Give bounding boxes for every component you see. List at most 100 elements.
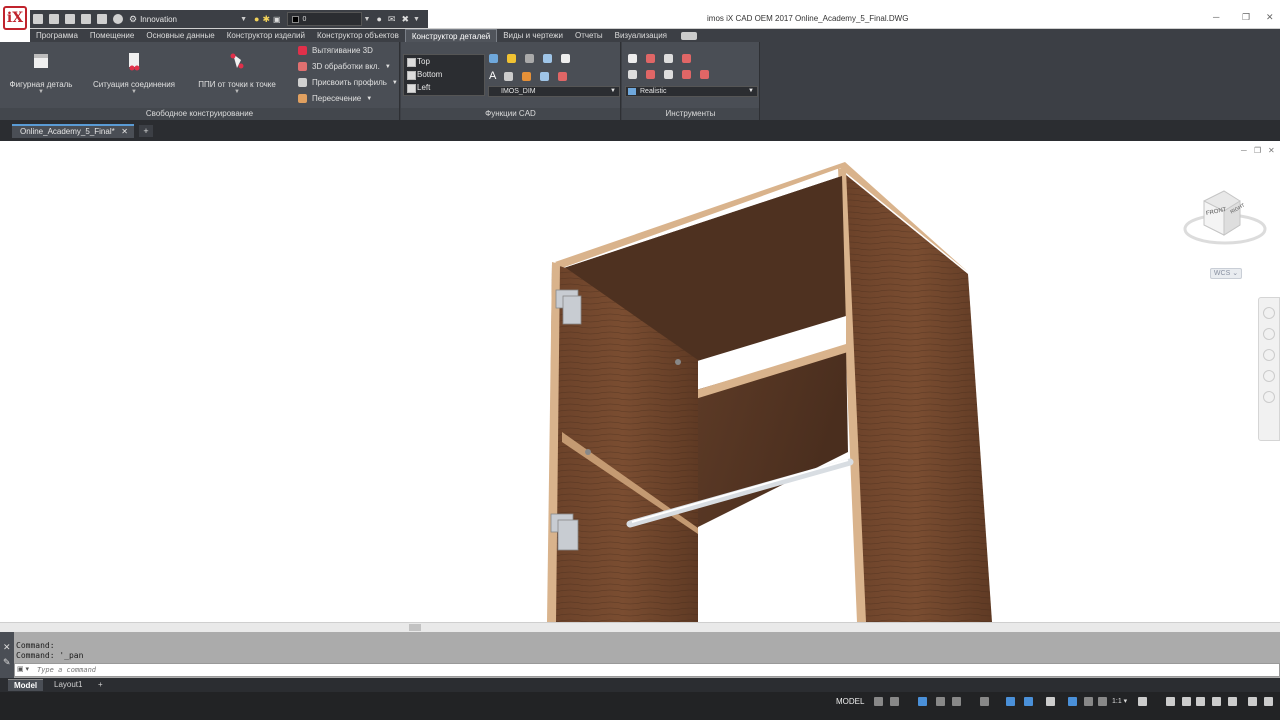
isolate-objects-icon[interactable] <box>1182 697 1191 706</box>
3d-osnap-toggle-icon[interactable] <box>1006 697 1015 706</box>
print-icon[interactable] <box>97 14 107 24</box>
view-bottom[interactable]: Bottom <box>404 68 484 81</box>
view-left[interactable]: Left <box>404 81 484 94</box>
annotation-scale-icon[interactable] <box>1084 697 1093 706</box>
tab-pomeshchenie[interactable]: Помещение <box>84 29 140 42</box>
tab-konstruktor-izdeliy[interactable]: Конструктор изделий <box>221 29 311 42</box>
line-tool-icon[interactable] <box>489 54 498 63</box>
isodraft-toggle-icon[interactable] <box>952 697 961 706</box>
workspace-selector[interactable]: ⚙ Innovation ▼ <box>129 12 247 26</box>
annotation-monitor-icon[interactable] <box>1166 697 1175 706</box>
drawing-viewport[interactable]: ─ ❐ ✕ FRONT RIGHT WCS ⌄ <box>0 141 1280 622</box>
snap-toggle-icon[interactable] <box>890 697 899 706</box>
viewcube[interactable]: FRONT RIGHT <box>1180 181 1280 251</box>
object-tool-icon[interactable] <box>646 54 655 63</box>
command-line-handle[interactable]: ✕ ✎ <box>0 632 14 678</box>
lock-icon[interactable]: ▣ <box>273 15 281 24</box>
tab-vidy-i-chertezhi[interactable]: Виды и чертежи <box>497 29 569 42</box>
cabinet-model[interactable] <box>0 141 1280 622</box>
view-top[interactable]: Top <box>404 55 484 68</box>
ucs-menu[interactable]: WCS ⌄ <box>1210 268 1242 279</box>
lightbulb-icon[interactable]: ● <box>254 14 259 24</box>
measure-tool-icon[interactable] <box>664 70 673 79</box>
cloud-tool-icon[interactable] <box>504 71 514 81</box>
hatch-tool-icon[interactable] <box>522 71 532 81</box>
erase-tool-icon[interactable] <box>558 71 568 81</box>
3d-processing-button[interactable]: 3D обработки вкл. ▼ <box>298 62 391 71</box>
steering-wheel-icon[interactable] <box>1263 307 1275 319</box>
select-tool-icon[interactable] <box>540 71 550 81</box>
save-icon[interactable] <box>65 14 75 24</box>
osnap-toggle-icon[interactable] <box>980 697 989 706</box>
point-to-point-button[interactable]: ППИ от точки к точке ▼ <box>194 50 280 95</box>
tab-konstruktor-detaley[interactable]: Конструктор деталей <box>404 29 498 42</box>
tab-model[interactable]: Model <box>8 679 44 691</box>
delete-tool-icon[interactable] <box>682 54 691 63</box>
shaped-part-button[interactable]: Фигурная деталь ▼ <box>8 50 74 95</box>
render-tool-icon[interactable] <box>700 70 709 79</box>
annotation-scale-value[interactable]: 1:1 ▾ <box>1112 697 1127 705</box>
table-tool-icon[interactable] <box>561 54 570 63</box>
app-logo[interactable]: iX <box>0 0 30 42</box>
grid-toggle-icon[interactable] <box>874 697 883 706</box>
polyline-tool-icon[interactable] <box>507 54 516 63</box>
add-layout-button[interactable]: + <box>92 679 109 691</box>
auto-scale-icon[interactable] <box>1098 697 1107 706</box>
ucs-tool-icon[interactable] <box>543 54 552 63</box>
dimension-tool-icon[interactable] <box>525 54 534 63</box>
lineweight-toggle-icon[interactable] <box>1046 697 1055 706</box>
visual-style-selector[interactable]: Realistic ▼ <box>625 86 758 97</box>
document-tab-active[interactable]: Online_Academy_5_Final* ✕ <box>12 124 134 138</box>
new-tab-button[interactable]: + <box>139 125 153 137</box>
open-file-icon[interactable] <box>49 14 59 24</box>
customize-dropdown-icon[interactable]: ▼ <box>413 16 420 23</box>
command-input-box[interactable]: ▣ ▾ <box>14 663 1280 677</box>
ribbon-options-icon[interactable] <box>681 31 698 40</box>
scrollbar-thumb[interactable] <box>409 624 421 631</box>
tab-vizualizatsiya[interactable]: Визуализация <box>609 29 673 42</box>
dim-style-selector[interactable]: IMOS_DIM ▼ <box>488 86 620 97</box>
layer-selector[interactable]: 0 <box>286 12 362 26</box>
camera-tool-icon[interactable] <box>664 54 673 63</box>
ortho-toggle-icon[interactable] <box>918 697 927 706</box>
annotation-visibility-icon[interactable] <box>1068 697 1077 706</box>
fullscreen-icon[interactable] <box>1248 697 1257 706</box>
tab-osnovnye-dannye[interactable]: Основные данные <box>140 29 220 42</box>
tools-icon[interactable]: ✖ <box>401 14 409 25</box>
tab-otchety[interactable]: Отчеты <box>569 29 609 42</box>
grid-tool-icon[interactable] <box>628 54 637 63</box>
tab-programma[interactable]: Программа <box>30 29 84 42</box>
joint-situation-button[interactable]: Ситуация соединения ▼ <box>92 50 176 95</box>
sun-icon[interactable]: ✱ <box>262 14 270 25</box>
email-icon[interactable]: ✉ <box>388 14 396 25</box>
named-views-list[interactable]: Top Bottom Left <box>403 54 485 96</box>
command-prompt-icon[interactable]: ▣ ▾ <box>17 665 35 676</box>
horizontal-scrollbar[interactable] <box>0 622 1280 632</box>
dynamic-ucs-toggle-icon[interactable] <box>1024 697 1033 706</box>
save-as-icon[interactable] <box>81 14 91 24</box>
pan-icon[interactable] <box>1263 328 1275 340</box>
showmotion-icon[interactable] <box>1263 391 1275 403</box>
extrude-3d-button[interactable]: Вытягивание 3D <box>298 46 373 55</box>
close-icon[interactable]: ✕ <box>3 642 11 653</box>
new-file-icon[interactable] <box>33 14 43 24</box>
help-icon[interactable] <box>113 14 123 24</box>
properties-icon[interactable]: ● <box>376 14 381 24</box>
maximize-button[interactable]: ❐ <box>1242 12 1250 23</box>
customization-icon[interactable] <box>1228 697 1237 706</box>
hardware-acceleration-icon[interactable] <box>1196 697 1205 706</box>
minimize-button[interactable]: ─ <box>1213 12 1219 22</box>
polar-toggle-icon[interactable] <box>936 697 945 706</box>
clean-screen-icon[interactable] <box>1212 697 1221 706</box>
menu-icon[interactable] <box>1264 697 1273 706</box>
assign-profile-button[interactable]: Присвоить профиль ▼ <box>298 78 398 87</box>
model-space-button[interactable]: MODEL <box>836 696 869 707</box>
wrench-icon[interactable]: ✎ <box>3 657 11 668</box>
workspace-switch-icon[interactable] <box>1138 697 1147 706</box>
tab-layout1[interactable]: Layout1 <box>48 679 88 691</box>
chevron-down-icon[interactable]: ▼ <box>364 16 371 23</box>
settings-tool-icon[interactable] <box>628 70 637 79</box>
command-input[interactable] <box>37 664 1267 676</box>
intersection-button[interactable]: Пересечение ▼ <box>298 94 372 103</box>
close-button[interactable]: ✕ <box>1266 12 1274 23</box>
